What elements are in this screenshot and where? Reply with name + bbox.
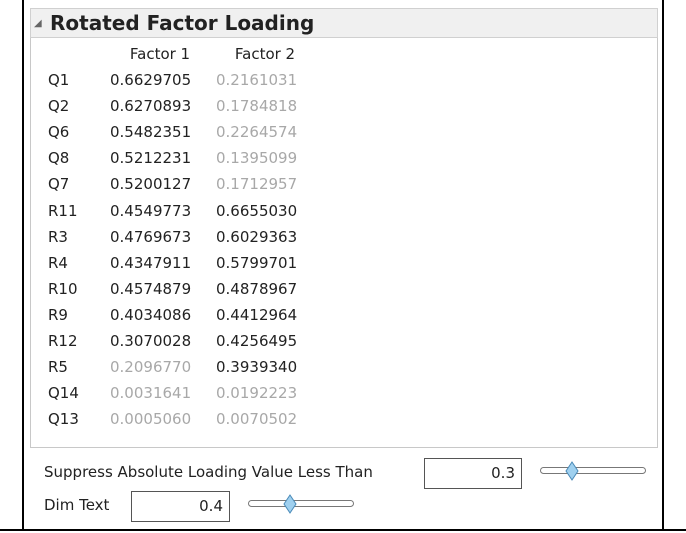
factor-2-value: 0.4412964 (216, 305, 298, 324)
table-row: R12 0.3070028 0.4256495 (44, 328, 316, 354)
row-label: R5 (48, 358, 68, 377)
factor-2-value: 0.4256495 (216, 331, 298, 350)
dim-text-label: Dim Text (44, 496, 110, 514)
factor-1-value: 0.5200127 (110, 175, 192, 194)
factor-1-value: 0.4574879 (110, 279, 192, 298)
table-row: Q13 0.0005060 0.0070502 (44, 406, 316, 432)
factor-2-value: 0.2264574 (216, 123, 298, 142)
factor-2-value: 0.0070502 (216, 410, 298, 429)
factor-2-value: 0.6655030 (216, 201, 298, 220)
table-row: Q14 0.0031641 0.0192223 (44, 380, 316, 406)
report-title: Rotated Factor Loading (50, 11, 315, 35)
suppress-slider-track[interactable] (540, 467, 646, 474)
row-label: Q6 (48, 123, 70, 142)
table-row: R11 0.4549773 0.6655030 (44, 197, 316, 223)
dim-text-slider-thumb-icon[interactable] (283, 494, 297, 514)
report-header[interactable]: ◢ Rotated Factor Loading (30, 8, 658, 38)
row-label: Q7 (48, 175, 70, 194)
window-bottom-edge (0, 529, 686, 531)
table-row: Q1 0.6629705 0.2161031 (44, 67, 316, 93)
row-label: Q14 (48, 384, 79, 403)
suppress-slider[interactable] (540, 461, 646, 481)
factor-2-value: 0.4878967 (216, 279, 298, 298)
factor-2-value: 0.1784818 (216, 97, 298, 116)
factor-2-value: 0.5799701 (216, 253, 298, 272)
factor-2-value: 0.1395099 (216, 149, 298, 168)
row-label: R12 (48, 331, 78, 350)
suppress-slider-thumb-icon[interactable] (565, 461, 579, 481)
table-row: R3 0.4769673 0.6029363 (44, 224, 316, 250)
loadings-table-body: Q1 0.6629705 0.2161031 Q2 0.6270893 0.1784818… (44, 67, 316, 432)
row-label: R9 (48, 305, 68, 324)
disclosure-triangle-icon[interactable]: ◢ (34, 18, 42, 29)
row-label: Q13 (48, 410, 79, 429)
column-header-factor-1: Factor 1 (129, 45, 191, 63)
row-label: R10 (48, 279, 78, 298)
row-label: R3 (48, 227, 68, 246)
dim-text-slider[interactable] (248, 494, 354, 514)
table-row: Q8 0.5212231 0.1395099 (44, 145, 316, 171)
column-header-factor-2: Factor 2 (234, 45, 296, 63)
table-row: R9 0.4034086 0.4412964 (44, 302, 316, 328)
table-row: Q2 0.6270893 0.1784818 (44, 93, 316, 119)
factor-2-value: 0.2161031 (216, 71, 298, 90)
table-row: Q6 0.5482351 0.2264574 (44, 119, 316, 145)
factor-2-value: 0.1712957 (216, 175, 298, 194)
factor-1-value: 0.0005060 (110, 410, 192, 429)
dim-text-slider-track[interactable] (248, 500, 354, 507)
factor-2-value: 0.6029363 (216, 227, 298, 246)
factor-1-value: 0.6270893 (110, 97, 192, 116)
factor-1-value: 0.5212231 (110, 149, 192, 168)
factor-1-value: 0.2096770 (110, 358, 192, 377)
suppress-label: Suppress Absolute Loading Value Less Tha… (44, 463, 373, 481)
table-row: R5 0.2096770 0.3939340 (44, 354, 316, 380)
factor-1-value: 0.3070028 (110, 331, 192, 350)
row-label: R4 (48, 253, 68, 272)
loadings-table: Q1 0.6629705 0.2161031 Q2 0.6270893 0.1784818… (44, 67, 316, 432)
factor-1-value: 0.4549773 (110, 201, 192, 220)
factor-2-value: 0.3939340 (216, 358, 298, 377)
table-row: Q7 0.5200127 0.1712957 (44, 171, 316, 197)
suppress-value-input[interactable]: 0.3 (424, 458, 522, 489)
factor-2-value: 0.0192223 (216, 384, 298, 403)
dim-text-value-input[interactable]: 0.4 (131, 491, 230, 522)
row-label: Q2 (48, 97, 70, 116)
table-row: R4 0.4347911 0.5799701 (44, 250, 316, 276)
factor-1-value: 0.4034086 (110, 305, 192, 324)
row-label: Q1 (48, 71, 70, 90)
row-label: Q8 (48, 149, 70, 168)
factor-1-value: 0.0031641 (110, 384, 192, 403)
factor-1-value: 0.4769673 (110, 227, 192, 246)
factor-1-value: 0.4347911 (110, 253, 192, 272)
factor-1-value: 0.5482351 (110, 123, 192, 142)
factor-1-value: 0.6629705 (110, 71, 192, 90)
table-row: R10 0.4574879 0.4878967 (44, 276, 316, 302)
row-label: R11 (48, 201, 78, 220)
